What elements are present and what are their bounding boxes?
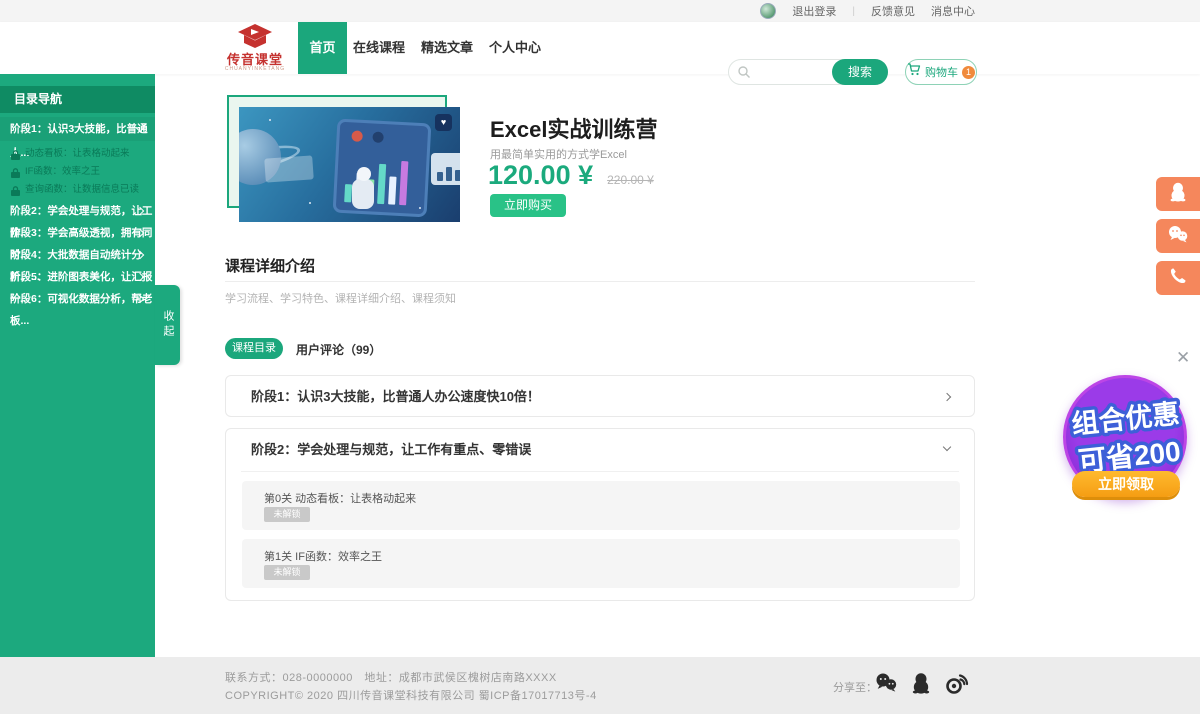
avatar[interactable] [760,3,776,19]
qq-share-icon[interactable] [911,672,931,699]
bar-chart-panel-illustration [431,153,460,185]
stage-1-header[interactable]: 阶段1：认识3大技能，比普通人办公速度快10倍！ [226,376,974,418]
promo-line1: 组合优惠 [1070,398,1181,440]
logout-link[interactable]: 退出登录 [792,3,836,19]
qq-icon [1169,182,1187,207]
qq-contact-button[interactable] [1156,177,1200,211]
stage-2-card: 阶段2：学会处理与规范，让工作有重点、零错误 第0关 动态看板：让表格动起来 未… [225,428,975,601]
lesson-locked-badge: 未解锁 [264,565,310,580]
lesson-title: 第1关 IF函数：效率之王 [264,548,382,564]
divider [225,281,975,282]
chart-panel-illustration [264,155,314,182]
sidebar-stage-2[interactable]: 阶段2：学会处理与规范，让工作... [0,200,155,222]
nav-personal-center[interactable]: 个人中心 [489,22,541,74]
sidebar-stage-4[interactable]: 阶段4：大批数据自动统计分析，... [0,244,155,266]
lesson-locked-badge: 未解锁 [264,507,310,522]
stage-2-title: 阶段2：学会处理与规范，让工作有重点、零错误 [251,429,531,471]
nav-home[interactable]: 首页 [298,22,347,74]
topbar-divider: | [852,6,855,17]
catalog-sidebar: 目录导航 阶段1：认识3大技能，比普通人... 动态看板：让表格动起来 IF函数… [0,74,155,657]
header: 传音课堂 CHUANYINKETANG 首页 在线课程 精选文章 个人中心 搜索… [0,22,1200,74]
lesson-title: 第0关 动态看板：让表格动起来 [264,490,416,506]
footer: 联系方式：028-0000000 地址：成都市武侯区槐树店南路XXXX COPY… [0,657,1200,714]
phone-contact-button[interactable] [1156,261,1200,295]
topbar: 退出登录 | 反馈意见 消息中心 [0,0,1200,22]
stage-2-header[interactable]: 阶段2：学会处理与规范，让工作有重点、零错误 [226,429,974,471]
wechat-contact-button[interactable] [1156,219,1200,253]
buy-now-button[interactable]: 立即购买 [490,194,566,217]
search-icon [737,65,751,84]
chevron-down-icon [943,443,951,451]
sidebar-stage-1[interactable]: 阶段1：认识3大技能，比普通人... [0,117,155,141]
sidebar-stage-label: 阶段6：可视化数据分析，帮老板... [10,293,152,327]
wechat-icon [1167,225,1189,248]
price-row: 120.00 ¥ 220.00 ¥ [488,160,654,191]
heart-icon[interactable]: ♥ [435,114,452,131]
messages-link[interactable]: 消息中心 [931,3,975,19]
tab-user-comments[interactable]: 用户评论（99） [296,341,381,358]
tab-course-catalog[interactable]: 课程目录 [225,338,283,359]
lesson-row[interactable]: 第0关 动态看板：让表格动起来 未解锁 [242,481,960,530]
logo-cap-icon [235,36,275,53]
course-price: 120.00 ¥ [488,160,593,191]
course-original-price: 220.00 ¥ [607,173,654,187]
sidebar-lesson-item[interactable]: IF函数：效率之王 [0,163,155,180]
sidebar-collapse-tab[interactable]: 收起 [155,285,180,365]
lesson-row[interactable]: 第1关 IF函数：效率之王 未解锁 [242,539,960,588]
footer-share-label: 分享至： [833,679,877,695]
astronaut-helmet [357,167,371,181]
search-box: 搜索 [728,59,888,85]
page: 退出登录 | 反馈意见 消息中心 传音课堂 CHUANYINKETANG 首页 … [0,0,1200,714]
search-button[interactable]: 搜索 [832,59,888,85]
sidebar-stage-6[interactable]: 阶段6：可视化数据分析，帮老板... [0,288,155,310]
wechat-share-icon[interactable] [874,672,898,697]
weibo-share-icon[interactable] [944,672,970,699]
sidebar-stage-5[interactable]: 阶段5：进阶图表美化，让汇报一... [0,266,155,288]
promo-close-icon[interactable]: ✕ [1176,348,1190,368]
cart-label: 购物车 [925,64,958,80]
cart-button[interactable]: 购物车 1 [905,59,977,85]
sidebar-lesson-label: 查询函数：让数据信息已读 [25,184,139,195]
sidebar-stage-3[interactable]: 阶段3：学会高级透视，拥有同时... [0,222,155,244]
footer-copyright: COPYRIGHT© 2020 四川传音课堂科技有限公司 蜀ICP备170177… [225,687,597,703]
sidebar-lesson-label: 动态看板：让表格动起来 [25,148,130,159]
feedback-link[interactable]: 反馈意见 [871,3,915,19]
stage-1-card: 阶段1：认识3大技能，比普通人办公速度快10倍！ [225,375,975,417]
course-banner-image[interactable]: ♥ [239,107,460,222]
promo-claim-button[interactable]: 立即领取 [1072,471,1180,497]
cart-icon [907,63,921,81]
divider [241,471,959,472]
cart-badge: 1 [962,66,975,79]
phone-icon [1169,267,1187,290]
sidebar-lesson-item[interactable]: 查询函数：让数据信息已读 [0,181,155,198]
stage-1-title: 阶段1：认识3大技能，比普通人办公速度快10倍！ [251,376,540,418]
astronaut-illustration [352,179,374,209]
chevron-right-icon [943,393,951,401]
search-input[interactable] [755,61,830,83]
footer-contact: 联系方式：028-0000000 地址：成都市武侯区槐树店南路XXXX [225,669,557,685]
detail-heading: 课程详细介绍 [225,255,315,276]
detail-summary: 学习流程、学习特色、课程详细介绍、课程须知 [225,290,456,306]
nav-featured-articles[interactable]: 精选文章 [421,22,473,74]
tablet-illustration [333,119,432,218]
logo-title: 传音课堂 [218,54,292,66]
logo[interactable]: 传音课堂 CHUANYINKETANG [218,23,292,73]
sidebar-lesson-label: IF函数：效率之王 [25,166,100,177]
course-title: Excel实战训练营 [490,112,658,144]
sidebar-lesson-item[interactable]: 动态看板：让表格动起来 [0,145,155,162]
nav-online-courses[interactable]: 在线课程 [353,22,405,74]
logo-subtitle: CHUANYINKETANG [218,66,292,72]
sidebar-title: 目录导航 [0,86,155,113]
